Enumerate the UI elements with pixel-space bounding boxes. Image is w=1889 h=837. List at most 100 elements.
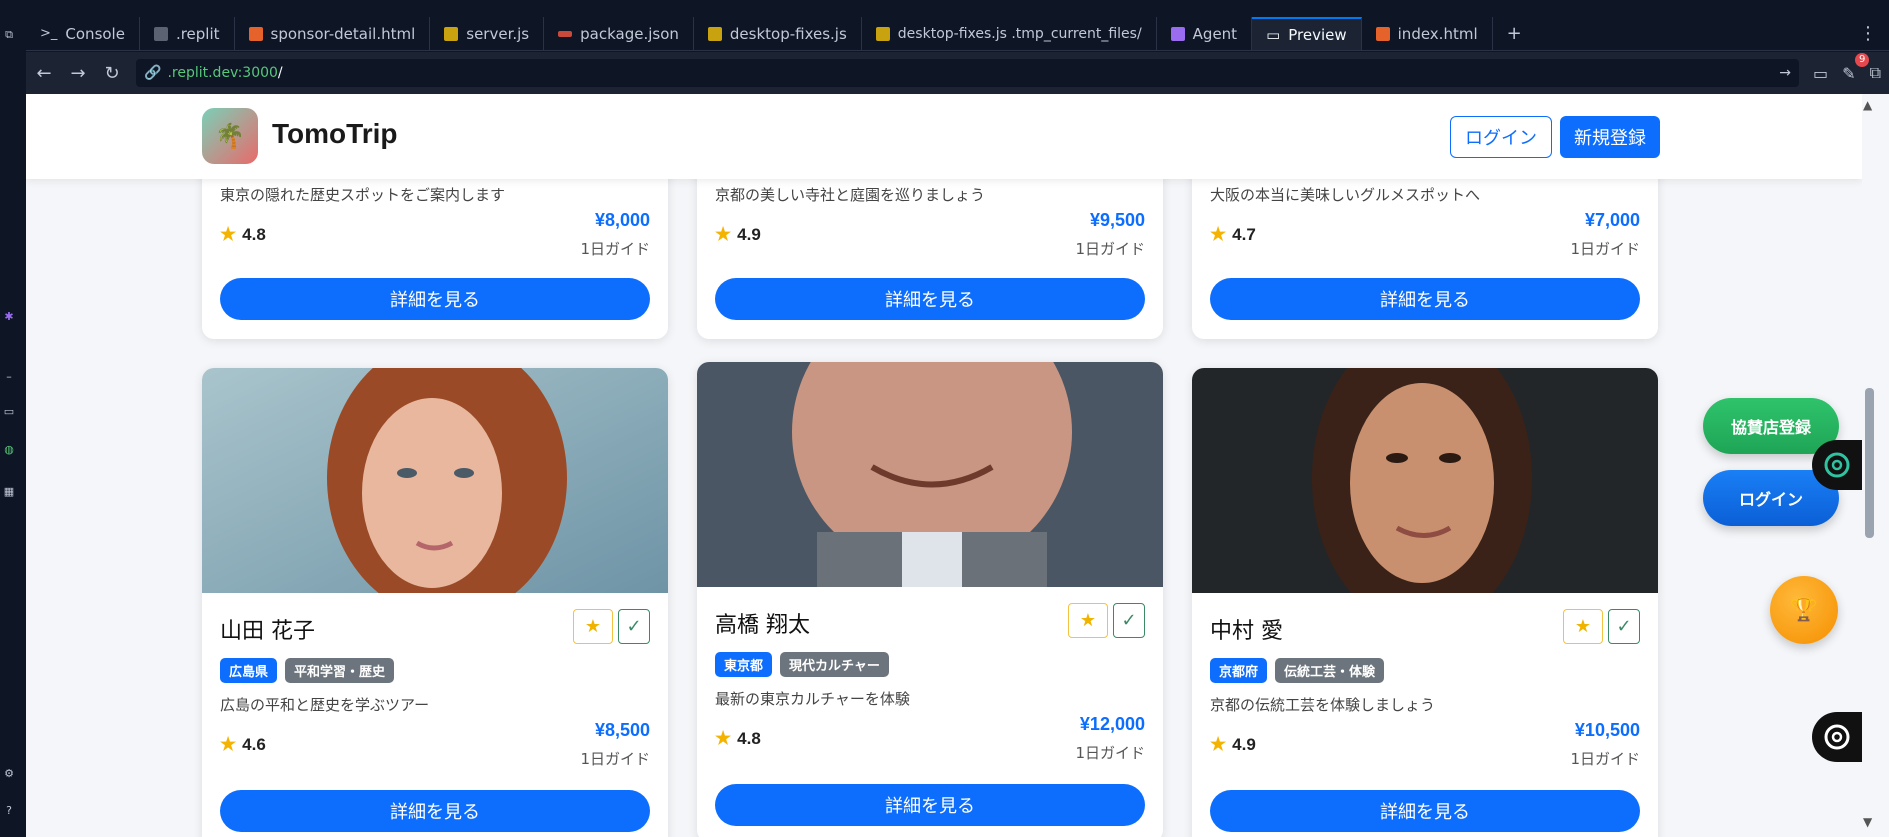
rail-globe-icon[interactable]: ◍ (2, 443, 16, 457)
site-header: 🌴 TomoTrip ログイン 新規登録 (26, 94, 1862, 179)
card-rating: ★ 4.9 (715, 224, 761, 245)
details-button[interactable]: 詳細を見る (715, 784, 1145, 826)
guide-name: 中村 愛 (1210, 619, 1283, 644)
guide-photo (697, 362, 1163, 587)
tab-preview[interactable]: ▭ Preview (1252, 17, 1362, 50)
devices-icon[interactable]: ▭ (1813, 64, 1828, 83)
location-badge: 京都府 (1210, 658, 1268, 683)
details-button[interactable]: 詳細を見る (1210, 790, 1640, 832)
more-options-icon[interactable]: ⋮ (1859, 17, 1877, 51)
preview-address-bar: ← → ↻ 🔗 .replit.dev:3000/ → ▭ ✎ 9 ⧉ (26, 52, 1889, 94)
scroll-up-icon[interactable]: ▲ (1863, 98, 1872, 112)
card-price: ¥12,000 (1079, 714, 1145, 734)
chat-assistant-icon[interactable] (1812, 712, 1862, 762)
js-icon (444, 26, 459, 41)
scrollbar-thumb[interactable] (1865, 388, 1874, 538)
card-description: 東京の隠れた歴史スポットをご案内します (220, 186, 506, 204)
guide-name: 高橋 翔太 (715, 613, 810, 638)
award-icon[interactable]: 🏆 (1770, 576, 1838, 644)
tab-sponsor-detail[interactable]: sponsor-detail.html (235, 17, 431, 50)
collapse-icon[interactable]: ⧉ (2, 28, 16, 42)
guide-photo (1192, 368, 1658, 593)
star-icon: ★ (220, 734, 237, 754)
card-rating: ★ 4.8 (220, 224, 266, 245)
card-price: ¥8,000 (594, 210, 650, 230)
star-icon: ★ (715, 224, 732, 244)
url-field[interactable]: 🔗 .replit.dev:3000/ → (136, 59, 1800, 87)
category-badge: 現代カルチャー (780, 652, 889, 677)
rating-value: 4.6 (242, 734, 266, 754)
url-host: .replit.dev:3000 (167, 65, 278, 81)
back-icon[interactable]: ← (34, 63, 54, 84)
card-tags: 京都府 伝統工芸・体験 (1210, 658, 1385, 683)
forward-icon[interactable]: → (68, 63, 88, 84)
tab-agent[interactable]: Agent (1157, 17, 1253, 50)
palm-tree-icon[interactable]: 🌴 (202, 108, 258, 164)
details-button[interactable]: 詳細を見る (715, 278, 1145, 320)
reload-icon[interactable]: ↻ (102, 63, 122, 84)
replit-file-icon (153, 26, 168, 41)
json-icon (558, 30, 573, 37)
card-price-unit: 1日ガイド (1075, 240, 1145, 258)
rating-value: 4.9 (737, 224, 761, 244)
card-tags: 東京都 現代カルチャー (715, 652, 889, 677)
rail-grid-icon[interactable]: ▦ (2, 485, 16, 499)
rail-settings-icon[interactable]: ⚙ (2, 767, 16, 781)
html-icon (1375, 26, 1390, 41)
agent-rail-icon[interactable]: ✱ (2, 310, 16, 324)
rail-monitor-icon[interactable]: ▭ (2, 405, 16, 419)
check-icon[interactable]: ✓ (1608, 609, 1640, 644)
go-arrow-icon[interactable]: → (1779, 65, 1791, 81)
favorite-star-icon[interactable]: ★ (573, 609, 613, 644)
agent-icon (1170, 26, 1185, 41)
guide-name: 山田 花子 (220, 619, 315, 644)
tab-desktop-fixes-tmp[interactable]: desktop-fixes.js .tmp_current_files/ (862, 17, 1157, 50)
js-icon (875, 26, 890, 41)
ai-assistant-icon[interactable] (1812, 440, 1862, 490)
star-icon: ★ (715, 728, 732, 748)
site-brand[interactable]: TomoTrip (272, 118, 397, 150)
rail-help-icon[interactable]: ? (2, 804, 16, 818)
tab-replit[interactable]: .replit (140, 17, 235, 50)
card-description: 京都の伝統工芸を体験しましょう (1210, 696, 1436, 714)
card-price: ¥8,500 (594, 720, 650, 740)
tab-label: Agent (1192, 24, 1238, 43)
tab-index-html[interactable]: index.html (1362, 17, 1493, 50)
category-badge: 伝統工芸・体験 (1275, 658, 1385, 683)
card-rating: ★ 4.7 (1210, 224, 1256, 245)
tab-label: index.html (1397, 24, 1478, 43)
guide-card: 中村 愛 ★ ✓ 京都府 伝統工芸・体験 京都の伝統工芸を体験しましょう ★ 4.… (1192, 368, 1658, 837)
tab-desktop-fixes[interactable]: desktop-fixes.js (694, 17, 862, 50)
rail-dash-icon[interactable]: – (2, 370, 16, 384)
rating-value: 4.8 (737, 728, 761, 748)
location-badge: 広島県 (220, 658, 278, 683)
card-description: 広島の平和と歴史を学ぶツアー (220, 696, 430, 714)
check-icon[interactable]: ✓ (1113, 603, 1145, 638)
details-button[interactable]: 詳細を見る (220, 278, 650, 320)
open-new-window-icon[interactable]: ⧉ (1870, 63, 1881, 83)
guide-card: 山田 花子 ★ ✓ 広島県 平和学習・歴史 広島の平和と歴史を学ぶツアー ★ 4.… (202, 368, 668, 837)
scroll-down-icon[interactable]: ▼ (1863, 815, 1872, 829)
sponsor-register-button[interactable]: 協賛店登録 (1703, 398, 1839, 454)
details-button[interactable]: 詳細を見る (1210, 278, 1640, 320)
preview-actions: ▭ ✎ 9 ⧉ (1813, 53, 1881, 83)
card-price-unit: 1日ガイド (1570, 240, 1640, 258)
tab-label: package.json (580, 24, 679, 43)
header-login-button[interactable]: ログイン (1450, 116, 1552, 158)
category-badge: 平和学習・歴史 (285, 658, 395, 683)
tab-server-js[interactable]: server.js (430, 17, 545, 50)
favorite-star-icon[interactable]: ★ (1563, 609, 1603, 644)
new-tab-button[interactable]: + (1493, 17, 1536, 50)
tab-console[interactable]: >_ Console (26, 17, 140, 50)
card-description: 大阪の本当に美味しいグルメスポットへ (1210, 186, 1481, 204)
card-tags: 広島県 平和学習・歴史 (220, 658, 395, 683)
check-icon[interactable]: ✓ (618, 609, 650, 644)
header-register-button[interactable]: 新規登録 (1560, 116, 1660, 158)
tab-package-json[interactable]: package.json (544, 17, 694, 50)
details-button[interactable]: 詳細を見る (220, 790, 650, 832)
favorite-star-icon[interactable]: ★ (1068, 603, 1108, 638)
notification-badge: 9 (1855, 53, 1870, 67)
devtools-icon[interactable]: ✎ (1842, 64, 1855, 83)
card-description: 京都の美しい寺社と庭園を巡りましょう (715, 186, 986, 204)
card-price-unit: 1日ガイド (580, 750, 650, 768)
